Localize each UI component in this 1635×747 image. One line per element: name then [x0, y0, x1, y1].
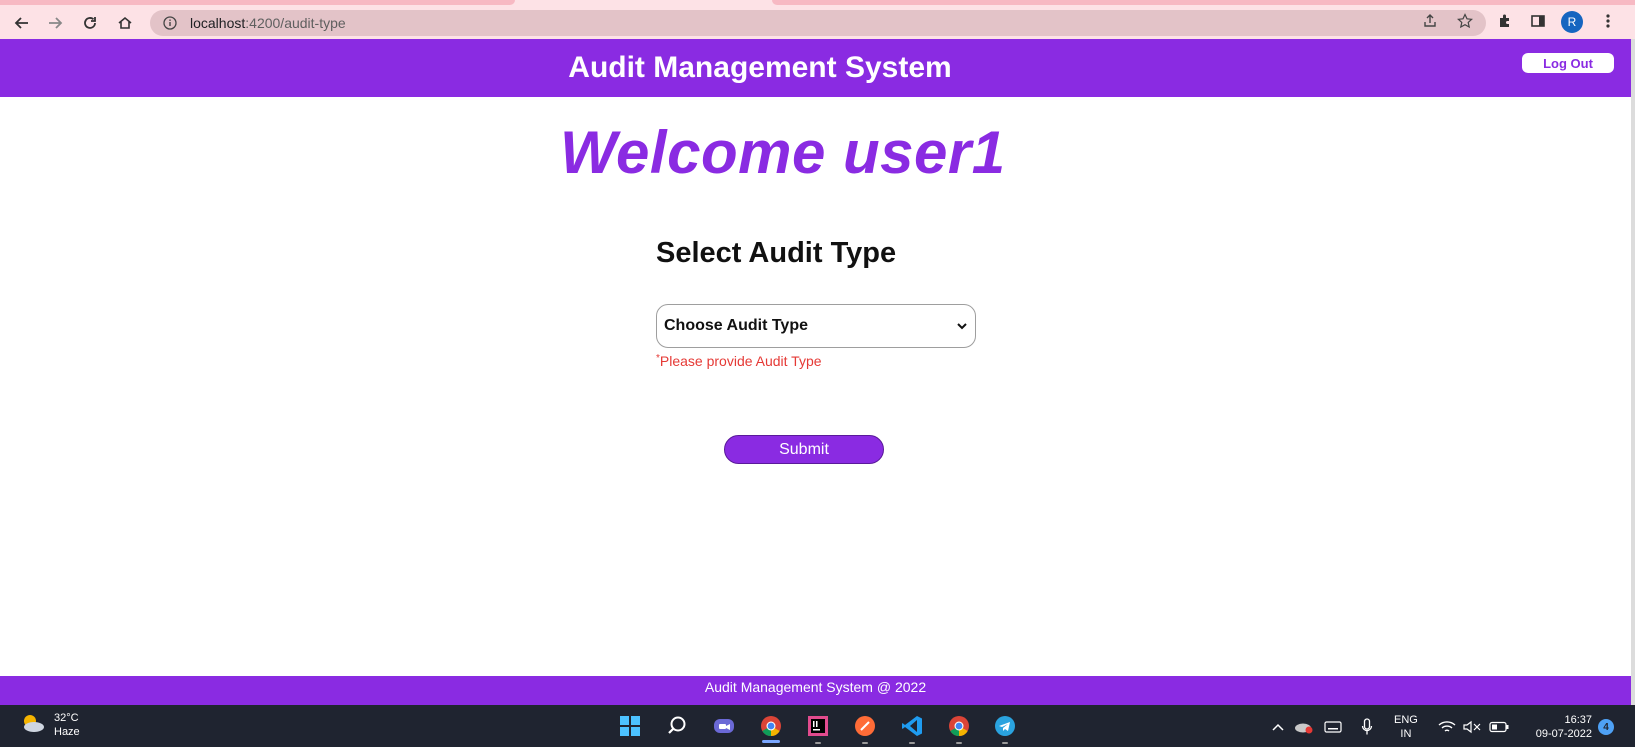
app-title: Audit Management System [568, 51, 952, 84]
search-icon[interactable] [664, 713, 690, 739]
profile-avatar[interactable]: R [1561, 11, 1583, 33]
chrome-icon[interactable] [758, 713, 784, 739]
running-app-indicator [956, 742, 962, 744]
postman-icon[interactable] [852, 713, 878, 739]
vscode-icon[interactable] [899, 713, 925, 739]
chevron-up-icon[interactable] [1268, 717, 1288, 737]
browser-toolbar: localhost:4200/audit-type R [0, 6, 1635, 39]
running-app-indicator [1002, 742, 1008, 744]
logout-button[interactable]: Log Out [1522, 53, 1614, 73]
section-title: Select Audit Type [656, 237, 897, 269]
tab-left[interactable] [0, 0, 515, 5]
chrome-icon-2[interactable] [946, 713, 972, 739]
extensions-icon[interactable] [1495, 11, 1515, 31]
address-bar[interactable]: localhost:4200/audit-type [150, 10, 1486, 36]
info-icon[interactable] [162, 15, 178, 31]
running-app-indicator [909, 742, 915, 744]
microphone-icon[interactable] [1357, 717, 1377, 737]
tab-right[interactable] [772, 0, 1635, 5]
clock[interactable]: 16:37 09-07-2022 [1524, 713, 1592, 741]
reload-icon[interactable] [78, 11, 102, 35]
intellij-icon[interactable] [805, 713, 831, 739]
validation-error: *Please provide Audit Type [656, 353, 822, 369]
windows-start-icon[interactable] [617, 713, 643, 739]
weather-icon [20, 712, 46, 739]
validation-error-text: Please provide Audit Type [659, 353, 822, 369]
teams-chat-icon[interactable] [711, 713, 737, 739]
keyboard-icon[interactable] [1323, 717, 1343, 737]
battery-icon[interactable] [1489, 717, 1509, 737]
app-footer: Audit Management System @ 2022 [0, 676, 1631, 705]
notification-badge[interactable]: 4 [1598, 719, 1614, 735]
volume-muted-icon[interactable] [1462, 717, 1482, 737]
taskbar: 32°C Haze ENG IN 16:37 09-07-2022 4 [0, 705, 1635, 747]
menu-icon[interactable] [1598, 11, 1618, 31]
chevron-down-icon [955, 319, 969, 333]
url-path: :4200/audit-type [245, 15, 346, 31]
scrollbar-track[interactable] [1631, 39, 1635, 705]
telegram-icon[interactable] [992, 713, 1018, 739]
share-icon[interactable] [1420, 11, 1440, 31]
weather-widget[interactable]: 32°C Haze [20, 711, 80, 739]
app-header: Audit Management System Log Out [0, 39, 1631, 97]
url-text: localhost:4200/audit-type [190, 15, 346, 31]
star-icon[interactable] [1455, 11, 1475, 31]
running-app-indicator [862, 742, 868, 744]
welcome-heading: Welcome user1 [560, 119, 1006, 186]
wifi-icon[interactable] [1437, 717, 1457, 737]
region-code: IN [1400, 728, 1412, 740]
temperature: 32°C [54, 712, 79, 724]
back-icon[interactable] [10, 11, 34, 35]
forward-icon[interactable] [43, 11, 67, 35]
onedrive-error-icon[interactable] [1294, 717, 1314, 737]
language-indicator[interactable]: ENG IN [1394, 713, 1418, 741]
sidepanel-icon[interactable] [1528, 11, 1548, 31]
submit-button[interactable]: Submit [724, 435, 884, 464]
audit-type-select[interactable]: Choose Audit Type [656, 304, 976, 348]
active-app-indicator [762, 740, 780, 743]
language-code: ENG [1394, 714, 1418, 726]
url-host: localhost [190, 15, 246, 31]
home-icon[interactable] [113, 11, 137, 35]
audit-type-selected-value: Choose Audit Type [664, 317, 808, 334]
clock-date: 09-07-2022 [1535, 728, 1592, 740]
running-app-indicator [815, 742, 821, 744]
weather-condition: Haze [54, 726, 80, 738]
clock-time: 16:37 [1564, 714, 1592, 726]
